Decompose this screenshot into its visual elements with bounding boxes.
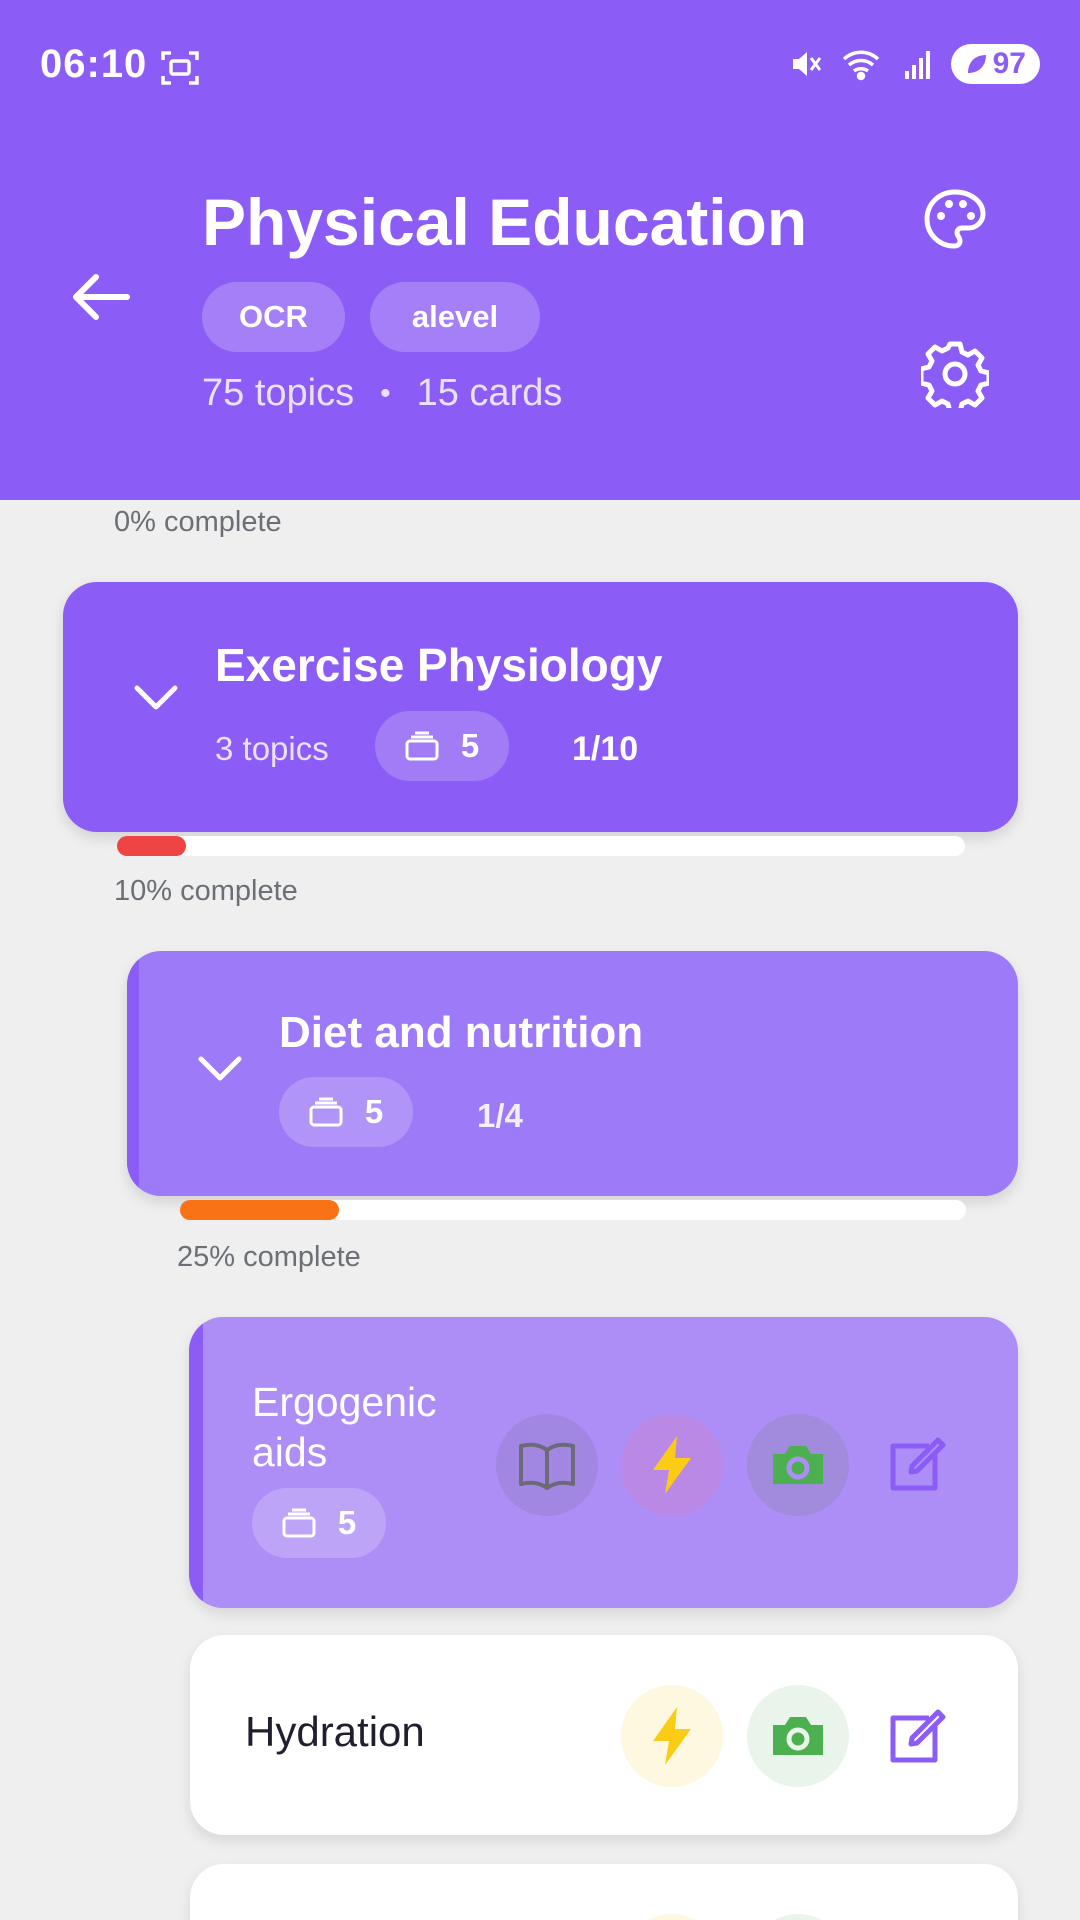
unit-card[interactable]: Exercise Physiology 3 topics 5 1/10	[63, 582, 1018, 832]
palette-icon	[924, 189, 986, 249]
meta-separator: •	[380, 376, 391, 410]
edit-button[interactable]	[889, 1706, 947, 1769]
book-open-icon	[519, 1442, 575, 1490]
cards-stack-icon	[309, 1097, 343, 1127]
unit-card-count: 5	[375, 711, 509, 781]
unit-progress-fill	[117, 836, 186, 856]
unit-title: Exercise Physiology	[215, 639, 663, 691]
unit-ratio: 1/10	[572, 730, 639, 768]
status-time: 06:10	[40, 42, 148, 86]
camera-button[interactable]	[747, 1414, 849, 1516]
wifi-icon	[842, 50, 879, 81]
topic-title: Hydration	[245, 1708, 425, 1755]
quiz-button[interactable]	[621, 1414, 723, 1516]
cards-stack-icon	[405, 731, 439, 761]
read-button[interactable]	[496, 1414, 598, 1516]
subtopic-card-count-value: 5	[364, 1093, 384, 1130]
card-count: 15 cards	[416, 372, 563, 414]
subtopic-accent-bar	[127, 951, 139, 1196]
subtopic-title: Diet and nutrition	[279, 1008, 644, 1057]
gear-icon	[921, 341, 989, 408]
app-header: 06:10 97 Physical Education OCR alevel 7…	[0, 0, 1080, 500]
chevron-down-icon	[134, 685, 178, 710]
battery-level: 97	[992, 47, 1026, 80]
camera-icon	[773, 1717, 823, 1755]
topic-card-count: 5	[252, 1488, 386, 1558]
unit-progress-bar	[117, 836, 965, 856]
expand-toggle[interactable]	[197, 1055, 243, 1088]
screenshot-icon	[160, 50, 200, 91]
subtopic-progress-bar	[180, 1200, 966, 1220]
camera-icon	[773, 1446, 823, 1484]
battery-indicator: 97	[950, 44, 1040, 84]
topic-count: 75 topics	[202, 372, 355, 414]
topic-accent-bar	[189, 1317, 203, 1608]
subtopic-card[interactable]: Diet and nutrition 5 1/4	[127, 951, 1018, 1196]
tag-level: alevel	[370, 282, 540, 352]
topic-card-count-value: 5	[337, 1504, 357, 1541]
unit-topic-count: 3 topics	[215, 730, 329, 767]
edit-icon	[890, 1709, 946, 1763]
subtopic-ratio: 1/4	[477, 1097, 523, 1134]
expand-toggle[interactable]	[133, 684, 179, 717]
topic-card[interactable]	[190, 1864, 1018, 1920]
unit-card-count-value: 5	[460, 727, 480, 764]
quiz-button[interactable]	[621, 1914, 723, 1920]
signal-icon	[904, 51, 930, 79]
edit-icon	[890, 1437, 946, 1491]
arrow-left-icon	[73, 274, 130, 320]
status-icons: 97	[789, 44, 1040, 84]
mute-icon	[792, 52, 821, 76]
back-button[interactable]	[66, 262, 136, 332]
page-title: Physical Education	[202, 185, 808, 259]
topic-card[interactable]: Hydration	[190, 1635, 1018, 1835]
camera-button[interactable]	[747, 1914, 849, 1920]
subtopic-progress-label: 25% complete	[177, 1241, 361, 1273]
unit-progress-label: 10% complete	[114, 875, 298, 907]
topic-card[interactable]: Ergogenic aids 5	[189, 1317, 1018, 1608]
subtopic-card-count: 5	[279, 1077, 413, 1147]
leaf-icon	[967, 55, 986, 73]
quiz-button[interactable]	[621, 1685, 723, 1787]
camera-button[interactable]	[747, 1685, 849, 1787]
lightning-icon	[653, 1436, 691, 1494]
tag-board: OCR	[202, 282, 345, 352]
theme-button[interactable]	[920, 185, 990, 255]
subject-meta: 75 topics • 15 cards	[202, 372, 562, 415]
topic-title-line-2: aids	[252, 1429, 328, 1475]
overall-progress-label: 0% complete	[114, 506, 282, 538]
cards-stack-icon	[282, 1508, 316, 1538]
settings-button[interactable]	[920, 339, 990, 409]
subtopic-progress-fill	[180, 1200, 340, 1220]
edit-button[interactable]	[889, 1434, 947, 1497]
lightning-icon	[653, 1707, 691, 1765]
topic-title-line-1: Ergogenic	[252, 1379, 437, 1425]
topic-title: Ergogenic aids	[252, 1377, 437, 1477]
chevron-down-icon	[198, 1056, 242, 1081]
